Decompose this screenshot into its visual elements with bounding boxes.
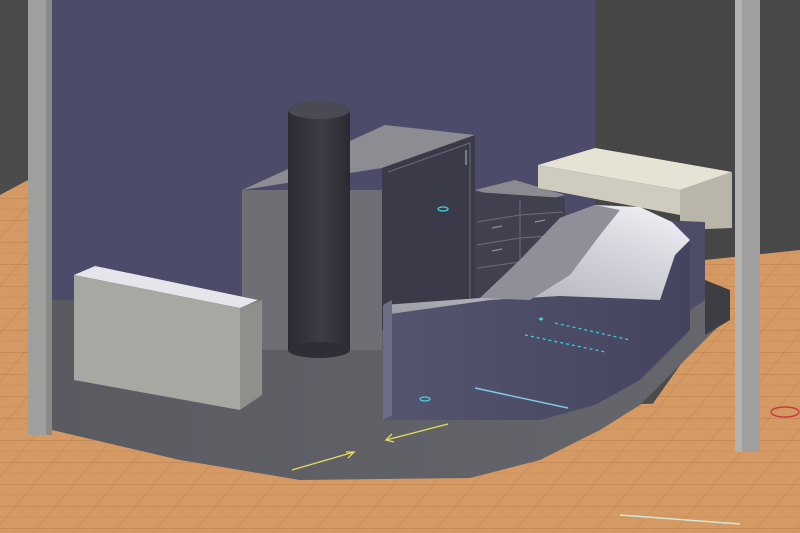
- left-pillar-shade: [46, 0, 52, 435]
- column-cylinder: [288, 110, 350, 350]
- desk-end-cap: [383, 300, 392, 420]
- right-pillar-shade: [735, 0, 742, 452]
- column-cylinder-top: [288, 101, 350, 119]
- viewport: [0, 0, 800, 533]
- column-cylinder-base: [288, 342, 350, 358]
- scene-canvas: [0, 0, 800, 533]
- cyan-dot: [539, 317, 543, 321]
- left-counter-side: [240, 300, 262, 410]
